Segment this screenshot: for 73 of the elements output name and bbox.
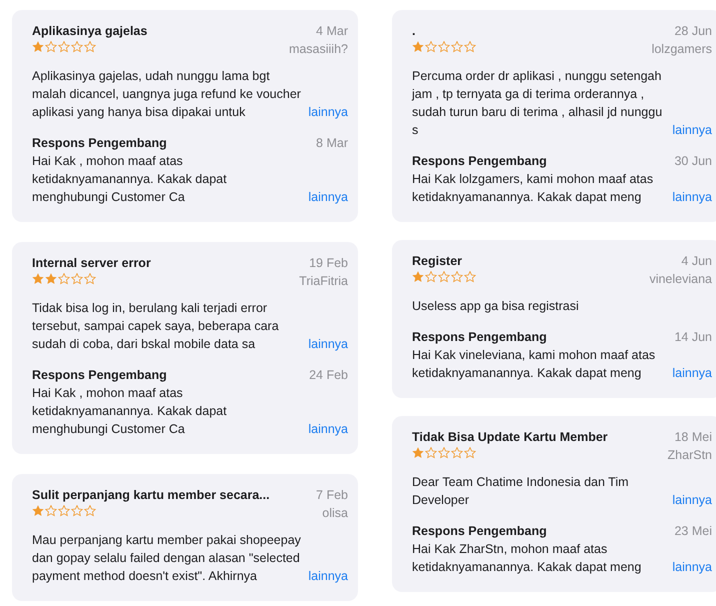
empty-star-icon <box>438 271 450 283</box>
review-title: Tidak Bisa Update Kartu Member <box>412 429 608 446</box>
empty-star-icon <box>464 447 476 459</box>
review-title: Aplikasinya gajelas <box>32 23 148 40</box>
more-link[interactable]: lainnya <box>308 103 348 121</box>
response-date: 8 Mar <box>316 135 348 152</box>
review-title: Internal server error <box>32 255 151 272</box>
filled-star-icon <box>32 41 44 53</box>
response-date: 23 Mei <box>674 523 712 540</box>
reviewer-name: masasiiih? <box>288 41 348 58</box>
empty-star-icon <box>84 41 96 53</box>
review-date: 7 Feb <box>316 487 348 504</box>
response-text: Hai Kak lolzgamers, kami mohon maaf atas ketidaknyamanannya. Kakak dapat meng <box>412 171 654 206</box>
empty-star-icon <box>58 41 70 53</box>
response-date: 24 Feb <box>309 367 348 384</box>
more-link[interactable]: lainnya <box>308 188 348 206</box>
empty-star-icon <box>58 505 70 517</box>
filled-star-icon <box>412 447 424 459</box>
reviewer-name: TriaFitria <box>299 273 348 290</box>
review-date: 28 Jun <box>674 23 712 40</box>
more-link[interactable]: lainnya <box>672 121 712 139</box>
review-text: Aplikasinya gajelas, udah nunggu lama bgt malah dicancel, uangnya juga refund ke voucher aplikasi yang hanya bisa dipakai untuk <box>32 68 302 121</box>
response-label: Respons Pengembang <box>32 135 167 152</box>
response-text: Hai Kak vineleviana, kami mohon maaf atas ketidaknyamanannya. Kakak dapat meng <box>412 347 656 382</box>
response-date: 30 Jun <box>674 153 712 170</box>
empty-star-icon <box>464 271 476 283</box>
empty-star-icon <box>71 273 83 285</box>
more-link[interactable]: lainnya <box>672 188 712 206</box>
response-text: Hai Kak ZharStn, mohon maaf atas ketidaknyamanannya. Kakak dapat meng <box>412 541 642 576</box>
review-text: Useless app ga bisa registrasi <box>412 298 580 315</box>
response-label: Respons Pengembang <box>412 329 547 346</box>
review-date: 18 Mei <box>674 429 712 446</box>
review-title: Sulit perpanjang kartu member secara... <box>32 487 270 504</box>
response-text: Hai Kak , mohon maaf atas ketidaknyamanannya. Kakak dapat menghubungi Customer Ca <box>32 385 228 438</box>
more-link[interactable]: lainnya <box>672 364 712 382</box>
filled-star-icon <box>45 273 57 285</box>
empty-star-icon <box>71 505 83 517</box>
review-title: . <box>412 23 416 40</box>
empty-star-icon <box>451 447 463 459</box>
review-text: Tidak bisa log in, berulang kali terjadi error tersebut, sampai capek saya, beberapa cara sudah di coba, dari bskal mobile data sa <box>32 300 280 353</box>
response-label: Respons Pengembang <box>412 153 547 170</box>
more-link[interactable]: lainnya <box>308 567 348 585</box>
empty-star-icon <box>451 41 463 53</box>
empty-star-icon <box>84 273 96 285</box>
more-link[interactable]: lainnya <box>672 491 712 509</box>
more-link[interactable]: lainnya <box>308 335 348 353</box>
more-link[interactable]: lainnya <box>672 558 712 576</box>
reviewer-name: ZharStn <box>668 447 712 464</box>
filled-star-icon <box>32 273 44 285</box>
empty-star-icon <box>438 41 450 53</box>
empty-star-icon <box>464 41 476 53</box>
reviewer-name: lolzgamers <box>652 41 712 58</box>
filled-star-icon <box>412 271 424 283</box>
filled-star-icon <box>32 505 44 517</box>
review-date: 4 Jun <box>681 253 712 270</box>
review-date: 19 Feb <box>309 255 348 272</box>
filled-star-icon <box>412 41 424 53</box>
empty-star-icon <box>451 271 463 283</box>
empty-star-icon <box>84 505 96 517</box>
review-text: Dear Team Chatime Indonesia dan Tim Developer <box>412 474 630 509</box>
response-text: Hai Kak , mohon maaf atas ketidaknyamanannya. Kakak dapat menghubungi Customer Ca <box>32 153 228 206</box>
review-text: Percuma order dr aplikasi , nunggu setengah jam , tp ternyata ga di terima orderannya , sudah turun baru di terima , alhasil jd nunggu s <box>412 68 664 139</box>
empty-star-icon <box>71 41 83 53</box>
reviewer-name: vineleviana <box>649 271 712 288</box>
response-date: 14 Jun <box>674 329 712 346</box>
response-label: Respons Pengembang <box>412 523 547 540</box>
reviewer-name: olisa <box>322 505 348 522</box>
review-title: Register <box>412 253 462 270</box>
review-date: 4 Mar <box>316 23 348 40</box>
review-text: Mau perpanjang kartu member pakai shopeepay dan gopay selalu failed dengan alasan "selected payment method doesn't exist". Akhirnya <box>32 532 302 585</box>
response-label: Respons Pengembang <box>32 367 167 384</box>
more-link[interactable]: lainnya <box>308 420 348 438</box>
empty-star-icon <box>438 447 450 459</box>
